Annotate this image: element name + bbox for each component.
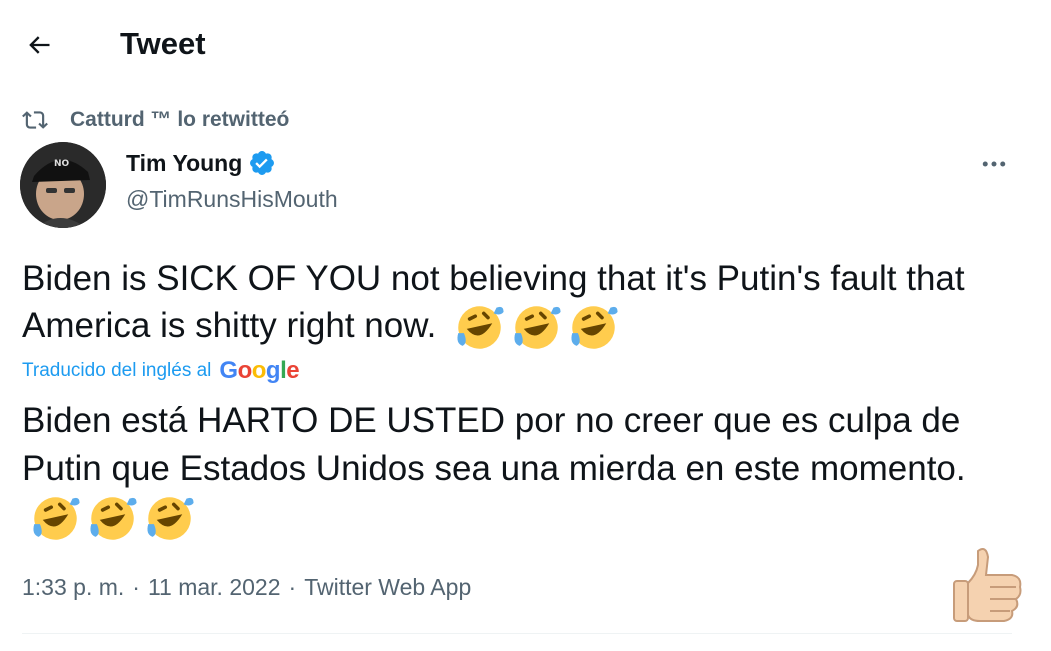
- translation-label[interactable]: Traducido del inglés al: [22, 360, 211, 382]
- tweet-source[interactable]: Twitter Web App: [304, 574, 471, 601]
- translated-body: Biden está HARTO DE USTED por no creer q…: [22, 397, 1012, 544]
- more-options-button[interactable]: [968, 148, 1020, 180]
- retweet-label: Catturd ™ lo retwitteó: [70, 108, 290, 131]
- author-handle[interactable]: @TimRunsHisMouth: [126, 186, 338, 213]
- author-name[interactable]: Tim Young: [126, 149, 276, 177]
- meta-separator: ·: [288, 574, 297, 600]
- author-name-text: Tim Young: [126, 149, 243, 176]
- tweet-body: Biden is SICK OF YOU not believing that …: [22, 255, 1012, 353]
- rolling-on-floor-laughing-emoji: [457, 306, 504, 349]
- page-title: Tweet: [120, 26, 206, 61]
- rolling-on-floor-laughing-emoji: [571, 306, 618, 349]
- google-logo: Google: [219, 357, 300, 384]
- verified-badge-icon: [248, 149, 276, 177]
- rolling-on-floor-laughing-emoji: [90, 497, 137, 540]
- avatar[interactable]: NO: [20, 142, 106, 228]
- arrow-left-icon: [29, 36, 50, 54]
- retweet-context[interactable]: Catturd ™ lo retwitteó: [22, 106, 289, 134]
- translated-emoji-group: [30, 493, 201, 544]
- meta-separator: ·: [132, 574, 140, 600]
- translation-attribution[interactable]: Traducido del inglés al Google: [22, 357, 300, 385]
- rolling-on-floor-laughing-emoji: [147, 497, 194, 540]
- tweet-emoji-group: [454, 302, 625, 353]
- divider: [22, 633, 1012, 634]
- back-button[interactable]: [16, 22, 62, 68]
- svg-text:NO: NO: [54, 159, 70, 169]
- tweet-header: Tweet: [0, 0, 1051, 90]
- retweet-icon: [22, 107, 48, 133]
- thumbs-up-icon: [953, 548, 1022, 622]
- translated-text: Biden está HARTO DE USTED por no creer q…: [22, 401, 966, 488]
- rolling-on-floor-laughing-emoji: [514, 306, 561, 349]
- more-dots-icon: [982, 161, 1006, 167]
- tweet-time[interactable]: 1:33 p. m.: [22, 574, 124, 601]
- rolling-on-floor-laughing-emoji: [33, 497, 80, 540]
- tweet-metadata: 1:33 p. m. · 11 mar. 2022 · Twitter Web …: [22, 574, 471, 601]
- tweet-date[interactable]: 11 mar. 2022: [148, 574, 281, 601]
